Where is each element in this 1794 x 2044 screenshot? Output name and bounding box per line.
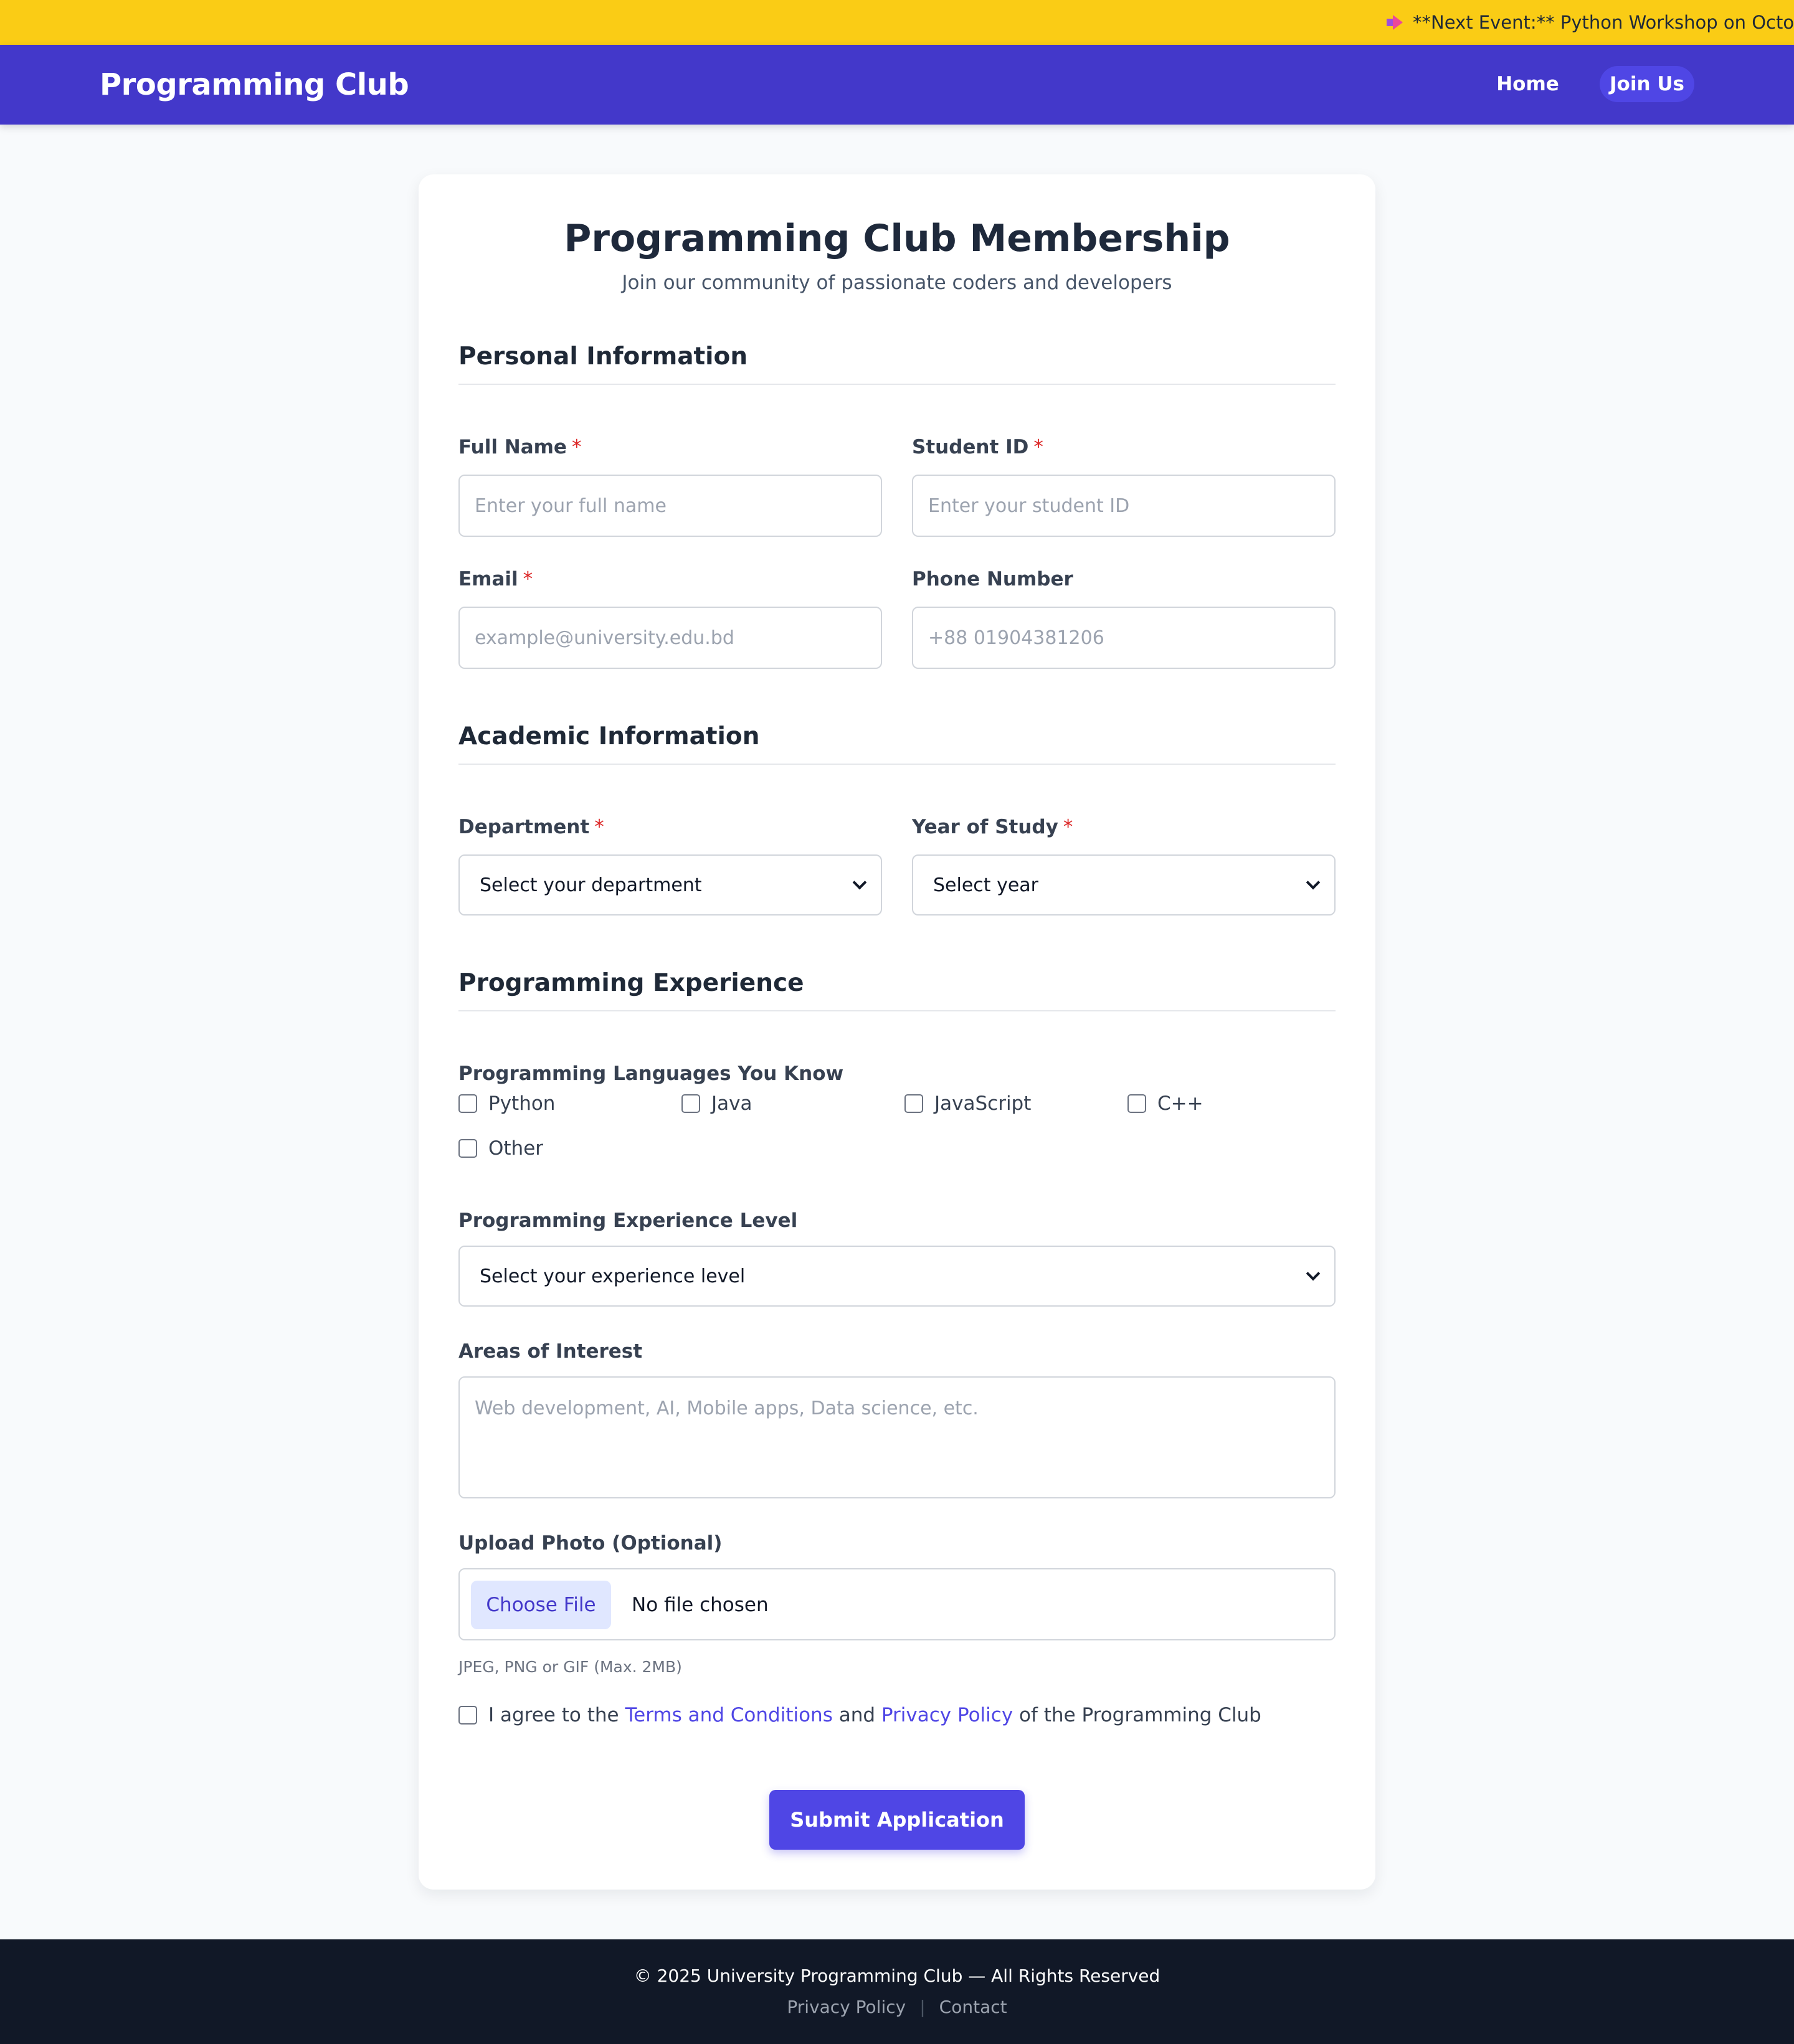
student-id-label-text: Student ID [912,436,1029,458]
student-id-input[interactable]: Enter your student ID [912,475,1336,537]
required-mark: * [1063,816,1073,838]
nav-link-join-us[interactable]: Join Us [1600,66,1694,102]
java-checkbox[interactable] [681,1094,700,1113]
language-option-python[interactable]: Python [458,1092,555,1115]
chevron-down-icon [1306,1266,1321,1281]
email-placeholder: example@university.edu.bd [475,627,734,649]
phone-label-text: Phone Number [912,568,1073,590]
experience-selected: Select your experience level [480,1265,746,1287]
department-selected: Select your department [480,874,702,896]
announcement-text: **Next Event:** Python Workshop on Octob… [1413,12,1794,33]
agree-checkbox[interactable] [458,1706,477,1725]
year-select[interactable]: Select year [912,854,1336,916]
file-status: No file chosen [632,1594,769,1616]
nav-link-home[interactable]: Home [1483,66,1573,102]
brand-logo[interactable]: Programming Club [100,45,409,125]
terms-link[interactable]: Terms and Conditions [625,1704,832,1726]
python-label: Python [488,1092,556,1115]
javascript-checkbox[interactable] [904,1094,923,1113]
agree-terms-row: I agree to the Terms and Conditions and … [458,1704,1261,1726]
experience-label: Programming Experience Level [458,1209,798,1232]
agree-and: and [838,1704,876,1726]
footer-link-contact[interactable]: Contact [939,1997,1007,2017]
cpp-label: C++ [1157,1092,1203,1115]
required-mark: * [571,436,582,458]
year-label: Year of Study * [912,816,1073,838]
announcement-bar: **Next Event:** Python Workshop on Octob… [0,0,1794,45]
photo-file-input[interactable]: Choose File No file chosen [458,1568,1336,1640]
section-programming-experience: Programming Experience [458,969,1336,1011]
interests-textarea[interactable]: Web development, AI, Mobile apps, Data s… [458,1376,1336,1498]
interests-placeholder: Web development, AI, Mobile apps, Data s… [475,1398,979,1419]
submit-button[interactable]: Submit Application [769,1790,1025,1850]
section-personal-information: Personal Information [458,343,1336,385]
agree-prefix: I agree to the [488,1704,619,1726]
language-option-javascript[interactable]: JavaScript [904,1092,1031,1115]
required-mark: * [1033,436,1043,458]
year-label-text: Year of Study [912,816,1058,838]
other-label: Other [488,1137,544,1160]
student-id-label: Student ID * [912,436,1043,458]
language-option-java[interactable]: Java [681,1092,752,1115]
department-select[interactable]: Select your department [458,854,882,916]
full-name-placeholder: Enter your full name [475,494,667,517]
agree-suffix: of the Programming Club [1019,1704,1261,1726]
full-name-label-text: Full Name [458,436,567,458]
javascript-label: JavaScript [934,1092,1032,1115]
language-option-cpp[interactable]: C++ [1127,1092,1203,1115]
required-mark: * [523,568,533,590]
chevron-down-icon [1306,875,1321,890]
footer: © 2025 University Programming Club — All… [0,1939,1794,2044]
cpp-checkbox[interactable] [1127,1094,1146,1113]
footer-copyright: © 2025 University Programming Club — All… [634,1966,1160,1986]
membership-form-card: Programming Club Membership Join our com… [419,174,1375,1890]
student-id-placeholder: Enter your student ID [928,494,1130,517]
form-subtitle: Join our community of passionate coders … [622,272,1172,294]
language-option-other[interactable]: Other [458,1137,543,1160]
footer-links: Privacy Policy | Contact [0,1997,1794,2017]
privacy-link[interactable]: Privacy Policy [881,1704,1013,1726]
phone-label: Phone Number [912,568,1073,590]
other-checkbox[interactable] [458,1139,477,1158]
department-label: Department * [458,816,604,838]
interests-label: Areas of Interest [458,1340,643,1363]
full-name-input[interactable]: Enter your full name [458,475,882,537]
email-label: Email * [458,568,533,590]
section-academic-information: Academic Information [458,722,1336,765]
email-input[interactable]: example@university.edu.bd [458,607,882,669]
required-mark: * [594,816,604,838]
year-selected: Select year [933,874,1039,896]
photo-hint: JPEG, PNG or GIF (Max. 2MB) [458,1658,682,1676]
department-label-text: Department [458,816,590,838]
footer-link-privacy[interactable]: Privacy Policy [787,1997,906,2017]
megaphone-icon [1387,14,1405,31]
chevron-down-icon [852,875,867,890]
full-name-label: Full Name * [458,436,581,458]
java-label: Java [711,1092,752,1115]
form-title: Programming Club Membership [564,217,1230,260]
announcement-marquee: **Next Event:** Python Workshop on Octob… [1387,0,1794,45]
top-navbar: Programming Club Home Join Us [0,45,1794,125]
footer-separator: | [919,1997,926,2017]
photo-label: Upload Photo (Optional) [458,1532,723,1554]
choose-file-button[interactable]: Choose File [471,1581,611,1629]
phone-input[interactable]: +88 01904381206 [912,607,1336,669]
experience-select[interactable]: Select your experience level [458,1246,1336,1307]
phone-placeholder: +88 01904381206 [928,627,1104,649]
languages-label: Programming Languages You Know [458,1062,844,1085]
email-label-text: Email [458,568,518,590]
python-checkbox[interactable] [458,1094,477,1113]
